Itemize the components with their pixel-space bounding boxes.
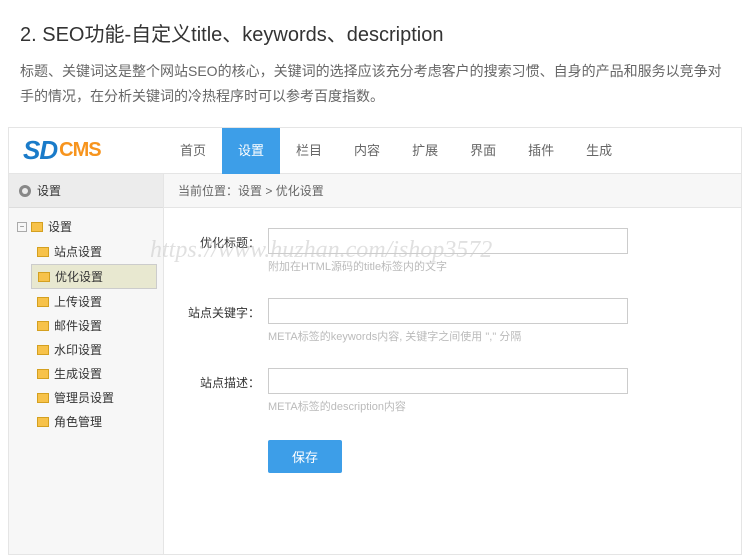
sidebar-item-1[interactable]: 优化设置 <box>31 264 157 289</box>
page-icon <box>37 417 49 427</box>
sidebar-item-5[interactable]: 生成设置 <box>31 362 157 385</box>
collapse-icon[interactable]: − <box>17 222 27 232</box>
sidebar-item-label: 生成设置 <box>54 365 102 382</box>
sidebar-item-0[interactable]: 站点设置 <box>31 240 157 263</box>
crumb-prefix: 当前位置： <box>178 184 238 198</box>
sidebar-item-3[interactable]: 邮件设置 <box>31 314 157 337</box>
main-nav: 首页设置栏目内容扩展界面插件生成 <box>164 128 628 174</box>
description-input[interactable] <box>268 368 628 394</box>
page-description: 标题、关键词这是整个网站SEO的核心，关键词的选择应该充分考虑客户的搜索习惯、自… <box>0 59 750 127</box>
description-label: 站点描述： <box>178 368 268 432</box>
sidebar-header: 设置 <box>9 174 163 208</box>
page-icon <box>37 393 49 403</box>
nav-内容[interactable]: 内容 <box>338 128 396 174</box>
logo-cms: CMS <box>59 139 100 162</box>
sidebar-item-7[interactable]: 角色管理 <box>31 410 157 433</box>
sidebar-title: 设置 <box>37 182 61 199</box>
page-icon <box>37 297 49 307</box>
tree-root-label: 设置 <box>48 218 72 235</box>
main-panel: 当前位置：设置 > 优化设置 优化标题： 附加在HTML源码的title标签内的… <box>164 174 741 554</box>
gear-icon <box>19 185 31 197</box>
nav-界面[interactable]: 界面 <box>454 128 512 174</box>
title-label: 优化标题： <box>178 228 268 292</box>
logo-sd: SD <box>23 135 57 166</box>
sidebar-item-label: 角色管理 <box>54 413 102 430</box>
sidebar-item-label: 管理员设置 <box>54 389 114 406</box>
sidebar: 设置 − 设置 站点设置优化设置上传设置邮件设置水印设置生成设置管理员设置角色管… <box>9 174 164 554</box>
crumb-b: 优化设置 <box>276 184 324 198</box>
nav-扩展[interactable]: 扩展 <box>396 128 454 174</box>
keywords-input[interactable] <box>268 298 628 324</box>
page-heading: 2. SEO功能-自定义title、keywords、description <box>0 0 750 59</box>
crumb-a: 设置 <box>238 184 262 198</box>
page-icon <box>38 272 50 282</box>
keywords-label: 站点关键字： <box>178 298 268 362</box>
logo: SD CMS <box>9 135 164 166</box>
sidebar-item-2[interactable]: 上传设置 <box>31 290 157 313</box>
title-input[interactable] <box>268 228 628 254</box>
page-icon <box>37 345 49 355</box>
page-icon <box>37 369 49 379</box>
sidebar-item-label: 优化设置 <box>55 268 103 285</box>
title-hint: 附加在HTML源码的title标签内的文字 <box>268 254 727 292</box>
keywords-hint: META标签的keywords内容, 关键字之间使用 "," 分隔 <box>268 324 727 362</box>
nav-栏目[interactable]: 栏目 <box>280 128 338 174</box>
nav-设置[interactable]: 设置 <box>222 128 280 174</box>
seo-form: 优化标题： 附加在HTML源码的title标签内的文字 站点关键字： META标… <box>164 208 741 493</box>
app-window: SD CMS 首页设置栏目内容扩展界面插件生成 设置 − 设置 站点设置优化设置… <box>8 127 742 555</box>
sidebar-tree: − 设置 站点设置优化设置上传设置邮件设置水印设置生成设置管理员设置角色管理 <box>9 208 163 440</box>
save-button[interactable]: 保存 <box>268 440 342 473</box>
nav-插件[interactable]: 插件 <box>512 128 570 174</box>
sidebar-item-label: 水印设置 <box>54 341 102 358</box>
sidebar-item-label: 邮件设置 <box>54 317 102 334</box>
folder-icon <box>31 222 43 232</box>
app-header: SD CMS 首页设置栏目内容扩展界面插件生成 <box>9 128 741 174</box>
breadcrumb: 当前位置：设置 > 优化设置 <box>164 174 741 208</box>
crumb-sep: > <box>262 184 276 198</box>
page-icon <box>37 247 49 257</box>
sidebar-item-6[interactable]: 管理员设置 <box>31 386 157 409</box>
nav-首页[interactable]: 首页 <box>164 128 222 174</box>
description-hint: META标签的description内容 <box>268 394 727 432</box>
nav-生成[interactable]: 生成 <box>570 128 628 174</box>
sidebar-item-label: 上传设置 <box>54 293 102 310</box>
tree-root[interactable]: − 设置 <box>9 214 163 239</box>
page-icon <box>37 321 49 331</box>
sidebar-item-label: 站点设置 <box>54 243 102 260</box>
sidebar-item-4[interactable]: 水印设置 <box>31 338 157 361</box>
